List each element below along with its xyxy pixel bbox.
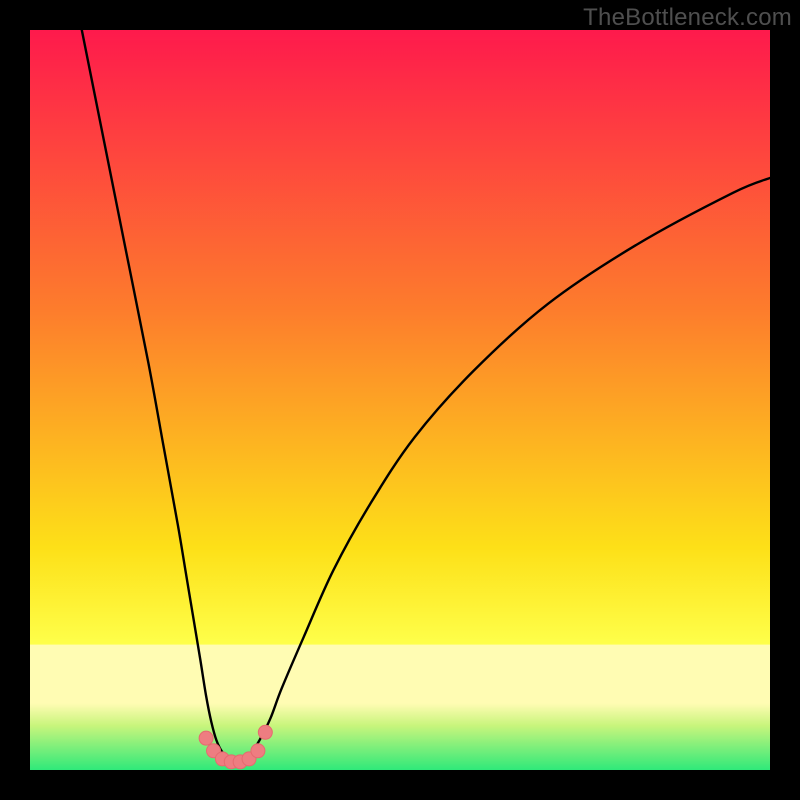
marker-dot — [199, 731, 213, 745]
chart-svg — [30, 30, 770, 770]
marker-dot — [251, 744, 265, 758]
gradient-background — [30, 30, 770, 770]
outer-frame: TheBottleneck.com — [0, 0, 800, 800]
watermark-text: TheBottleneck.com — [583, 4, 792, 32]
plot-area — [30, 30, 770, 770]
marker-dot — [258, 725, 272, 739]
